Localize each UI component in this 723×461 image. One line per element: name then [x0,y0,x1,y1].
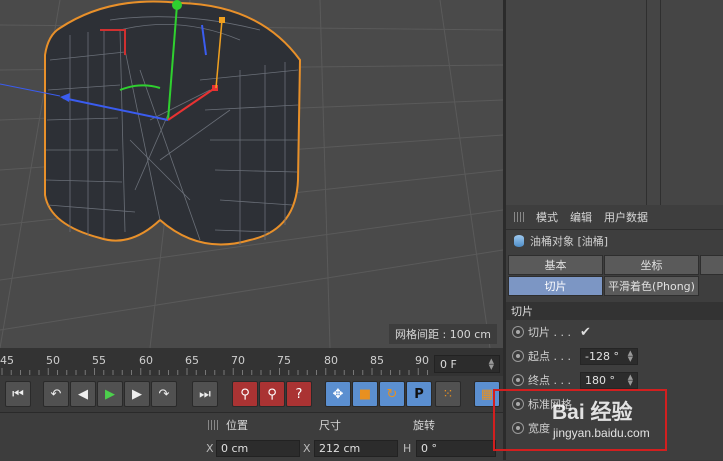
column-divider [646,0,647,205]
tab-phong[interactable]: 平滑着色(Phong) [604,276,699,296]
rotate-key-button[interactable]: ↻ [379,381,405,407]
transport-bar: ⏮ ↶ ◀ ▶ ▶ ↷ ⏭ ⚲ ⚲ ? ✥ ■ ↻ P ⁙ ▦ [0,376,503,412]
parameter-icon: P [414,386,424,402]
menu-user-data[interactable]: 用户数据 [604,209,648,225]
slice-row: 切片 . . . ✔ [506,320,723,344]
tick-label: 50 [46,354,60,367]
go-to-end-button[interactable]: ⏭ [192,381,218,407]
section-title: 切片 [506,302,723,320]
start-label: 起点 . . . [528,350,571,363]
previous-key-icon: ↶ [50,386,62,402]
size-x-value: 212 cm [319,442,361,455]
tick-label: 75 [277,354,291,367]
tab-coordinates[interactable]: 坐标 [604,255,699,275]
current-frame-value: 0 F [440,357,457,371]
rotation-h-field[interactable]: 0 ° [416,440,496,457]
axis-label: X [206,442,214,455]
tick-label: 55 [92,354,106,367]
rotate-icon: ↻ [386,386,398,402]
end-value: 180 ° [585,373,615,387]
viewport-scene [0,0,503,348]
3d-viewport[interactable]: 网格间距 : 100 cm [0,0,503,348]
menu-mode[interactable]: 模式 [536,209,558,225]
key-help-button[interactable]: ? [286,381,312,407]
point-level-button[interactable]: ⁙ [435,381,461,407]
previous-frame-icon: ◀ [78,386,88,402]
size-header: 尺寸 [319,419,341,432]
axis-label: H [403,442,412,455]
object-title-label: 油桶对象 [油桶] [530,235,609,248]
tick-label: 60 [139,354,153,367]
tick-label: 90 [415,354,429,367]
start-value: -128 ° [585,349,619,363]
record-keys-icon: ⚲ [240,386,250,402]
current-frame-field[interactable]: 0 F ▲ ▼ [434,355,500,373]
position-x-value: 0 cm [221,442,249,455]
play-icon: ▶ [105,386,115,402]
rotation-h-value: 0 ° [421,442,437,455]
tick-label: 45 [0,354,14,367]
rotation-header: 旋转 [413,419,435,432]
menu-edit[interactable]: 编辑 [570,209,592,225]
position-header: 位置 [226,419,248,432]
grip-icon[interactable] [514,212,524,222]
start-field[interactable]: -128 ° ▲ ▼ [580,347,638,365]
timeline[interactable]: 45 50 55 60 65 70 75 80 85 90 [0,348,503,376]
next-key-icon: ↷ [158,386,170,402]
slice-checkbox[interactable]: ✔ [580,325,591,340]
scale-key-button[interactable]: ■ [352,381,378,407]
position-x-field[interactable]: 0 cm [216,440,300,457]
tick-label: 85 [370,354,384,367]
film-icon: ▦ [480,386,494,402]
tab-empty [700,255,723,275]
object-title: 油桶对象 [油桶] [506,230,723,252]
animate-radio[interactable] [512,350,524,362]
previous-key-button[interactable]: ↶ [43,381,69,407]
tick-label: 65 [185,354,199,367]
point-level-icon: ⁙ [442,386,454,402]
tick-label: 70 [231,354,245,367]
watermark-logo: Bai 经验 [552,401,633,424]
next-frame-button[interactable]: ▶ [124,381,150,407]
go-to-start-button[interactable]: ⏮ [5,381,31,407]
animate-radio[interactable] [512,326,524,338]
object-manager-panel [506,0,723,205]
spinner-icon[interactable]: ▲ ▼ [628,374,633,387]
spinner-icon[interactable]: ▲ ▼ [628,350,633,363]
end-label: 终点 . . . [528,374,571,387]
next-key-button[interactable]: ↷ [151,381,177,407]
axis-label: X [303,442,311,455]
previous-frame-button[interactable]: ◀ [70,381,96,407]
go-to-end-icon: ⏭ [199,386,211,402]
slice-label: 切片 . . . [528,326,571,339]
scale-icon: ■ [358,386,372,402]
go-to-start-icon: ⏮ [12,386,24,402]
move-icon: ✥ [332,386,344,402]
parameter-key-button[interactable]: P [406,381,432,407]
grid-spacing-label: 网格间距 : 100 cm [389,324,497,344]
auto-key-icon: ⚲ [267,386,277,402]
start-row: 起点 . . . -128 ° ▲ ▼ [506,344,723,368]
tick-label: 80 [324,354,338,367]
timeline-ruler [1,368,428,375]
watermark-url: jingyan.baidu.com [553,426,650,440]
coordinate-manager: 位置 尺寸 旋转 X 0 cm X 212 cm H 0 ° [0,412,503,461]
column-divider [660,0,661,205]
auto-key-button[interactable]: ⚲ [259,381,285,407]
attribute-tabs: 基本 坐标 切片 平滑着色(Phong) [508,255,723,296]
end-field[interactable]: 180 ° ▲ ▼ [580,371,638,389]
grip-icon[interactable] [208,420,218,430]
record-keys-button[interactable]: ⚲ [232,381,258,407]
play-button[interactable]: ▶ [97,381,123,407]
tab-slice[interactable]: 切片 [508,276,603,296]
attribute-menubar: 模式 编辑 用户数据 [506,205,723,230]
tab-basic[interactable]: 基本 [508,255,603,275]
size-x-field[interactable]: 212 cm [314,440,398,457]
animate-radio[interactable] [512,374,524,386]
move-key-button[interactable]: ✥ [325,381,351,407]
key-help-icon: ? [295,386,303,402]
next-frame-icon: ▶ [132,386,142,402]
cylinder-icon [514,235,524,247]
spinner-icon[interactable]: ▲ ▼ [489,358,494,371]
